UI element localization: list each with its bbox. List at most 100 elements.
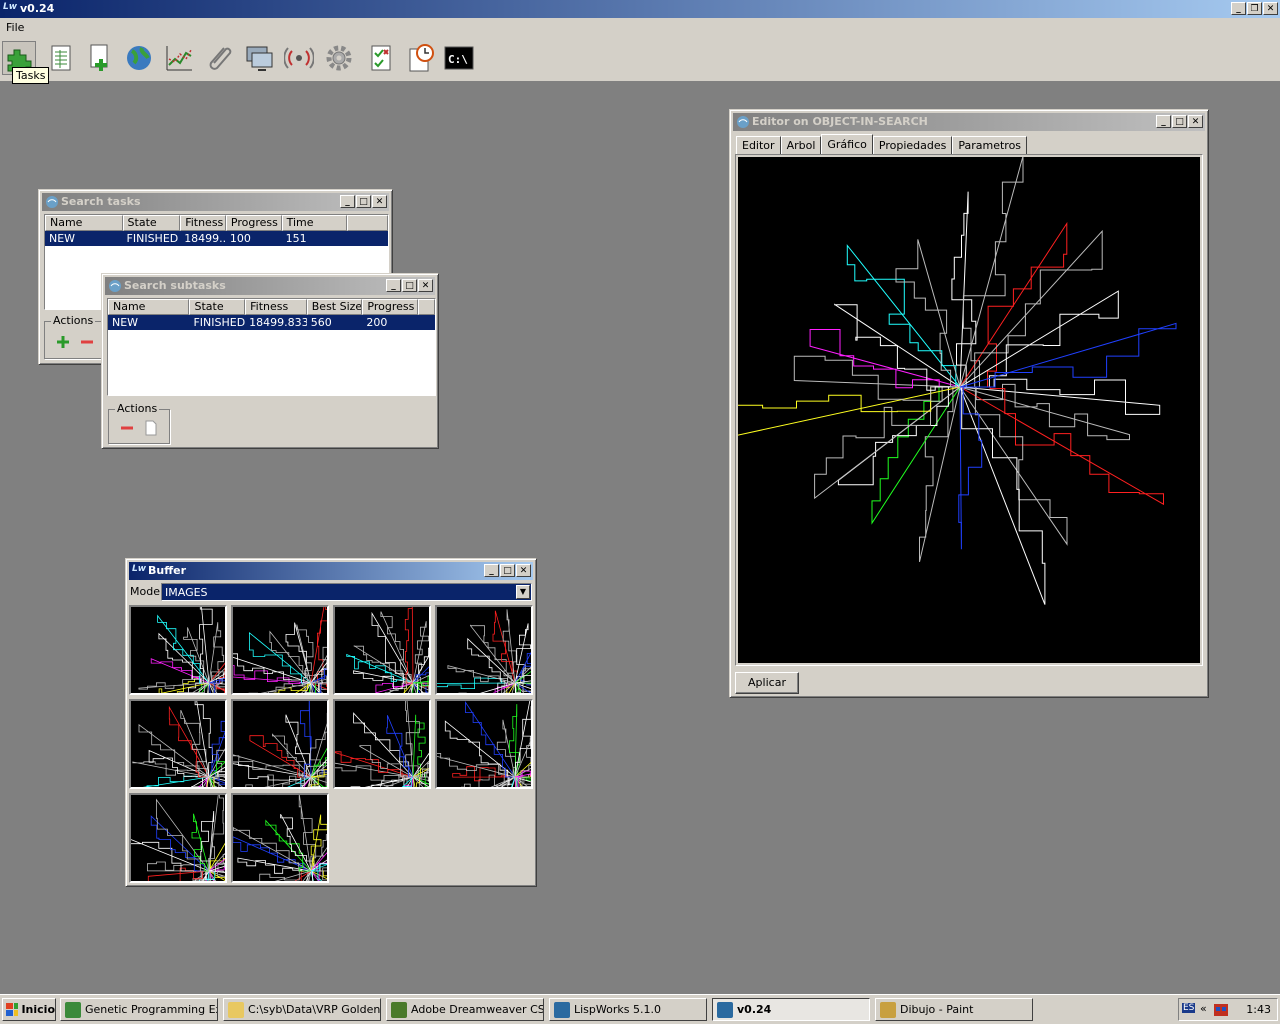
buffer-thumbnail[interactable] <box>231 793 329 883</box>
close-button[interactable]: ✕ <box>516 564 531 577</box>
close-button[interactable]: ✕ <box>418 279 433 292</box>
maximize-button[interactable]: □ <box>1172 115 1187 128</box>
network-icon[interactable] <box>1213 1002 1229 1018</box>
table-row[interactable]: NEW FINISHED 18499... 100 151 <box>45 231 388 246</box>
close-button[interactable]: ✕ <box>372 195 387 208</box>
minimize-button[interactable]: _ <box>1231 2 1246 15</box>
menu-file[interactable]: File <box>6 21 24 34</box>
tab-parametros[interactable]: Parametros <box>952 136 1028 154</box>
column-name[interactable]: Name <box>45 215 123 231</box>
thumbnail-graphic <box>437 609 531 693</box>
add-icon[interactable] <box>53 333 73 351</box>
editor-titlebar: Editor on OBJECT-IN-SEARCH _ □ ✕ <box>733 113 1205 131</box>
route-line <box>142 775 210 787</box>
new-document-icon[interactable] <box>84 41 118 75</box>
chevron-down-icon[interactable]: ▼ <box>516 585 530 599</box>
minimize-button[interactable]: _ <box>386 279 401 292</box>
document-icon[interactable] <box>141 419 161 437</box>
maximize-button[interactable]: □ <box>500 564 515 577</box>
taskbar-button[interactable]: C:\syb\Data\VRP Golden... <box>223 998 381 1021</box>
column-progress[interactable]: Progress <box>225 215 282 231</box>
tab-grafico[interactable]: Gráfico <box>821 134 873 154</box>
buffer-thumbnail[interactable] <box>231 605 329 695</box>
taskbar-button[interactable]: v0.24 <box>712 998 870 1021</box>
taskbar-button[interactable]: LispWorks 5.1.0 <box>549 998 707 1021</box>
monitor-icon[interactable] <box>242 41 276 75</box>
column-time[interactable]: Time <box>281 215 348 231</box>
toolbar: C:\ <box>0 37 1280 81</box>
column-state[interactable]: State <box>189 299 246 315</box>
apply-button[interactable]: Aplicar <box>735 672 799 694</box>
start-button[interactable]: Inicio <box>2 998 56 1021</box>
route-line <box>208 842 225 872</box>
taskbar-button[interactable]: Adobe Dreamweaver CS4 <box>386 998 544 1021</box>
cell-state: FINISHED <box>193 316 246 329</box>
column-name[interactable]: Name <box>108 299 190 315</box>
buffer-thumbnail[interactable] <box>333 699 431 789</box>
buffer-thumbnail[interactable] <box>129 793 227 883</box>
column-fitness[interactable]: Fitness <box>180 215 226 231</box>
buffer-thumbnail[interactable] <box>129 699 227 789</box>
buffer-thumbnail[interactable] <box>435 605 533 695</box>
paperclip-icon[interactable] <box>202 41 236 75</box>
chrome-icon <box>65 1001 81 1018</box>
tray-expand-icon[interactable]: « <box>1200 1002 1207 1015</box>
maximize-button[interactable]: □ <box>402 279 417 292</box>
lispworks-icon <box>737 116 749 128</box>
maximize-button[interactable]: □ <box>356 195 371 208</box>
tooltip: Tasks <box>12 67 50 84</box>
clock: 1:43 <box>1246 1003 1271 1016</box>
tab-propiedades[interactable]: Propiedades <box>872 136 953 154</box>
column-filler <box>347 215 388 231</box>
minimize-button[interactable]: _ <box>340 195 355 208</box>
cell-name: NEW <box>49 232 76 245</box>
app-title: v0.24 <box>20 2 55 15</box>
gear-icon[interactable] <box>322 41 356 75</box>
table-row[interactable]: NEW FINISHED 18499.833 560 200 <box>108 315 435 330</box>
column-progress[interactable]: Progress <box>362 299 419 315</box>
route-line <box>158 632 210 684</box>
route-graphic[interactable] <box>738 157 1200 663</box>
thumbnail-graphic <box>131 795 225 881</box>
menu-bar: File <box>0 18 1280 37</box>
window-title: Buffer <box>148 564 187 577</box>
mode-select[interactable]: IMAGES ▼ <box>161 583 532 601</box>
buffer-thumbnail[interactable] <box>333 605 431 695</box>
mode-label: Mode <box>130 585 160 598</box>
globe-icon[interactable] <box>122 41 156 75</box>
thumbnail-graphic <box>346 607 429 693</box>
tab-editor[interactable]: Editor <box>736 136 781 154</box>
lispworks-icon: Lw <box>132 564 147 574</box>
minimize-button[interactable]: _ <box>1156 115 1171 128</box>
route-line <box>310 814 327 872</box>
tab-arbol[interactable]: Arbol <box>780 136 822 154</box>
close-button[interactable]: ✕ <box>1263 2 1278 15</box>
restore-button[interactable]: ❐ <box>1247 2 1262 15</box>
subtasks-list[interactable]: Name State Fitness Best Size Progress NE… <box>107 298 436 396</box>
remove-icon[interactable] <box>117 419 137 437</box>
broadcast-icon[interactable] <box>282 41 316 75</box>
buffer-thumbnail[interactable] <box>435 699 533 789</box>
actions-label: Actions <box>51 314 96 327</box>
buffer-thumbnail[interactable] <box>231 699 329 789</box>
chart-icon[interactable] <box>162 41 196 75</box>
language-indicator[interactable]: ES <box>1182 1003 1196 1013</box>
column-state[interactable]: State <box>122 215 181 231</box>
thumbnail-graphic <box>335 701 429 787</box>
cell-name: NEW <box>112 316 139 329</box>
column-fitness[interactable]: Fitness <box>245 299 307 315</box>
minimize-button[interactable]: _ <box>484 564 499 577</box>
close-button[interactable]: ✕ <box>1188 115 1203 128</box>
taskbar-button[interactable]: Dibujo - Paint <box>875 998 1033 1021</box>
route-line <box>233 836 312 872</box>
taskbar-button-label: C:\syb\Data\VRP Golden... <box>248 1003 381 1016</box>
start-label: Inicio <box>21 1003 55 1016</box>
console-icon[interactable]: C:\ <box>442 41 476 75</box>
remove-icon[interactable] <box>77 333 97 351</box>
taskbar-button[interactable]: Genetic Programming Ex... <box>60 998 218 1021</box>
column-best-size[interactable]: Best Size <box>306 299 363 315</box>
clock-document-icon[interactable] <box>404 41 438 75</box>
system-tray: ES « 1:43 <box>1178 998 1278 1021</box>
buffer-thumbnail[interactable] <box>129 605 227 695</box>
checklist-icon[interactable] <box>364 41 398 75</box>
